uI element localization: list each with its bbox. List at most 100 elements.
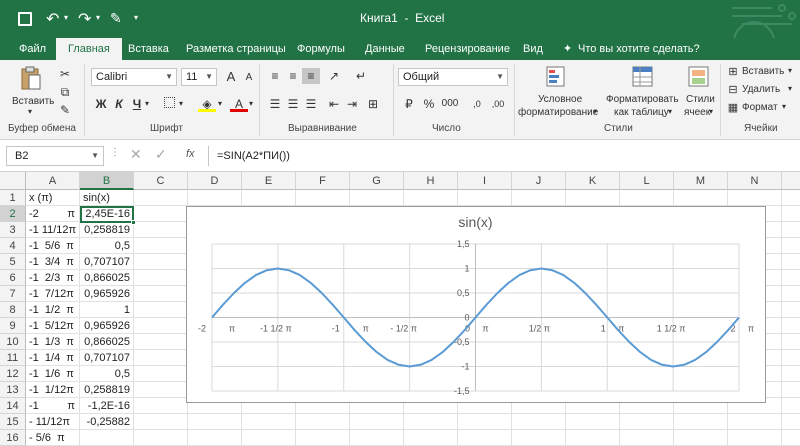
column-header-d[interactable]: D: [188, 172, 242, 190]
tab-insert[interactable]: Вставка: [128, 38, 169, 60]
column-header-e[interactable]: E: [242, 172, 296, 190]
number-format-select[interactable]: Общий ▼: [398, 68, 508, 86]
wrap-text-icon[interactable]: ↵: [352, 68, 370, 84]
cell-styles-icon[interactable]: [688, 66, 710, 88]
conditional-format-icon[interactable]: [546, 66, 566, 88]
insert-cells-button[interactable]: Вставить: [742, 66, 784, 77]
cell-a15[interactable]: - 11/12π: [26, 414, 80, 430]
fill-color-icon[interactable]: ◈: [198, 96, 216, 112]
cell-a8[interactable]: -1 1/2 π: [26, 302, 80, 318]
decrease-decimal-button[interactable]: ,00: [488, 96, 508, 112]
underline-dropdown-icon[interactable]: ▾: [142, 96, 152, 112]
cell-a7[interactable]: -1 7/12π: [26, 286, 80, 302]
cell-b5[interactable]: 0,707107: [80, 254, 134, 270]
formula-input[interactable]: =SIN(A2*ПИ()): [208, 146, 798, 166]
tell-me-search[interactable]: Что вы хотите сделать?: [578, 38, 700, 60]
format-as-table-dropdown-icon[interactable]: ▾: [668, 107, 672, 116]
cell-b3[interactable]: 0,258819: [80, 222, 134, 238]
percent-button[interactable]: %: [420, 96, 438, 112]
row-header[interactable]: 8: [0, 302, 26, 318]
worksheet-grid[interactable]: ABCDEFGHIJKLMNO 1x (π)sin(x)2-2π2,45E-16…: [0, 172, 800, 446]
cell-a2[interactable]: -2 π: [26, 206, 80, 222]
row-header[interactable]: 10: [0, 334, 26, 350]
row-header[interactable]: 6: [0, 270, 26, 286]
column-header-a[interactable]: A: [26, 172, 80, 190]
copy-icon[interactable]: ⧉: [56, 84, 74, 100]
borders-dropdown-icon[interactable]: ▾: [176, 96, 186, 112]
row-header[interactable]: 4: [0, 238, 26, 254]
cancel-icon[interactable]: ✕: [130, 146, 142, 163]
column-header-g[interactable]: G: [350, 172, 404, 190]
cell-b1[interactable]: sin(x): [80, 190, 134, 206]
row-header[interactable]: 2: [0, 206, 26, 222]
fill-handle[interactable]: [131, 220, 136, 225]
tab-view[interactable]: Вид: [523, 38, 543, 60]
format-painter-icon[interactable]: ✎: [56, 102, 74, 118]
insert-cells-icon[interactable]: ⊞: [724, 64, 742, 80]
cell-b12[interactable]: 0,5: [80, 366, 134, 382]
column-header-h[interactable]: H: [404, 172, 458, 190]
cell-a3[interactable]: -1 11/12π: [26, 222, 80, 238]
font-color-dropdown-icon[interactable]: ▾: [246, 96, 256, 112]
currency-icon[interactable]: ₽: [400, 96, 418, 112]
delete-cells-icon[interactable]: ⊟: [724, 82, 742, 98]
enter-icon[interactable]: ✓: [155, 146, 167, 163]
delete-cells-button[interactable]: Удалить: [742, 84, 780, 95]
cell-b9[interactable]: 0,965926: [80, 318, 134, 334]
align-left-icon[interactable]: ☰: [266, 96, 284, 112]
cell-a12[interactable]: -1 1/6 π: [26, 366, 80, 382]
column-header-l[interactable]: L: [620, 172, 674, 190]
thousands-separator-button[interactable]: 000: [438, 96, 462, 112]
row-header[interactable]: 14: [0, 398, 26, 414]
cell-b6[interactable]: 0,866025: [80, 270, 134, 286]
redo-icon[interactable]: ↷: [78, 9, 91, 29]
customize-toolbar-icon[interactable]: ▾: [134, 13, 138, 22]
cell-b15[interactable]: -0,25882: [80, 414, 134, 430]
column-header-j[interactable]: J: [512, 172, 566, 190]
cell-a14[interactable]: -1 π: [26, 398, 80, 414]
increase-decimal-button[interactable]: ,0: [468, 96, 486, 112]
conditional-format-label-1[interactable]: Условное: [538, 94, 582, 105]
tab-review[interactable]: Рецензирование: [425, 38, 510, 60]
insert-dropdown-icon[interactable]: ▾: [788, 66, 792, 75]
cell-a13[interactable]: -1 1/12π: [26, 382, 80, 398]
fill-dropdown-icon[interactable]: ▾: [215, 96, 225, 112]
tab-data[interactable]: Данные: [365, 38, 405, 60]
cell-a9[interactable]: -1 5/12π: [26, 318, 80, 334]
align-top-icon[interactable]: ≡: [266, 68, 284, 84]
italic-button[interactable]: К: [110, 96, 128, 112]
align-middle-icon[interactable]: ≡: [284, 68, 302, 84]
cell-a16[interactable]: - 5/6 π: [26, 430, 80, 446]
row-header[interactable]: 12: [0, 366, 26, 382]
paste-icon[interactable]: [20, 66, 42, 92]
cell-b16[interactable]: [80, 430, 134, 446]
cell-a11[interactable]: -1 1/4 π: [26, 350, 80, 366]
column-header-n[interactable]: N: [728, 172, 782, 190]
column-header-b[interactable]: B: [80, 172, 134, 190]
conditional-format-dropdown-icon[interactable]: ▾: [593, 107, 597, 116]
format-as-table-label-2[interactable]: как таблицу: [614, 107, 669, 118]
undo-icon[interactable]: ↶: [46, 9, 59, 29]
row-header[interactable]: 3: [0, 222, 26, 238]
cell-styles-dropdown-icon[interactable]: ▾: [709, 107, 713, 116]
column-header-k[interactable]: K: [566, 172, 620, 190]
save-icon[interactable]: [18, 12, 32, 26]
format-cells-icon[interactable]: ▦: [724, 100, 742, 116]
column-header-i[interactable]: I: [458, 172, 512, 190]
name-box[interactable]: B2 ▼: [6, 146, 104, 166]
cell-a4[interactable]: -1 5/6 π: [26, 238, 80, 254]
tab-file[interactable]: Файл: [19, 38, 46, 60]
paste-button[interactable]: Вставить: [12, 96, 54, 107]
tab-home[interactable]: Главная: [56, 38, 122, 60]
cell-b7[interactable]: 0,965926: [80, 286, 134, 302]
format-as-table-label-1[interactable]: Форматировать: [606, 94, 679, 105]
row-header[interactable]: 5: [0, 254, 26, 270]
align-bottom-icon[interactable]: ≡: [302, 68, 320, 84]
grow-font-button[interactable]: A: [222, 69, 240, 85]
paste-dropdown-icon[interactable]: ▾: [28, 107, 32, 116]
font-size-select[interactable]: 11 ▼: [181, 68, 217, 86]
tab-formulas[interactable]: Формулы: [297, 38, 345, 60]
decrease-indent-icon[interactable]: ⇤: [325, 96, 343, 112]
bold-button[interactable]: Ж: [92, 96, 110, 112]
format-dropdown-icon[interactable]: ▾: [782, 102, 786, 111]
